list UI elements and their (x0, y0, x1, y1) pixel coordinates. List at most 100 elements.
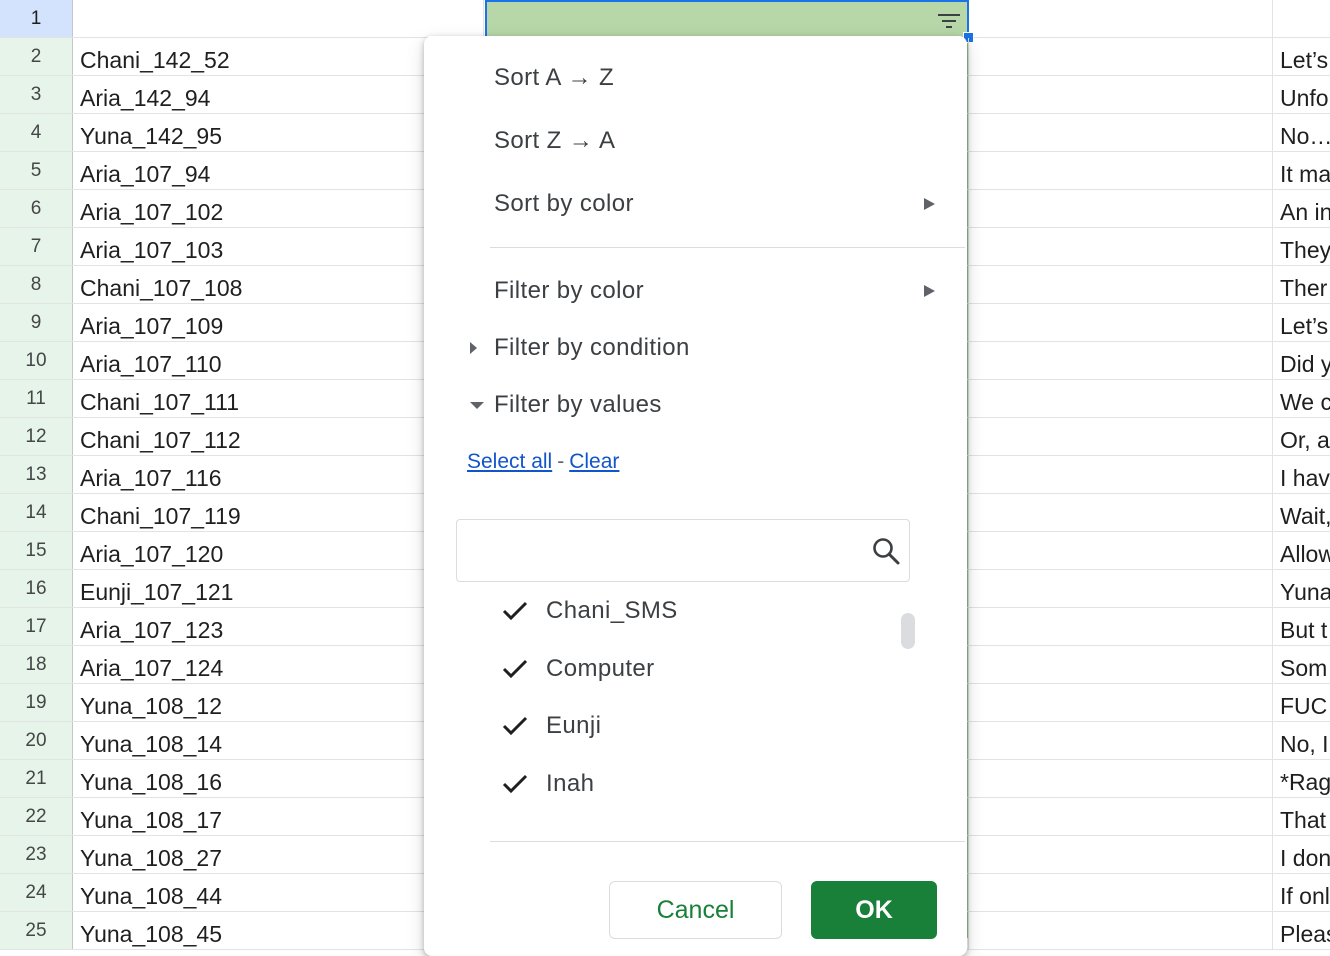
row-number[interactable]: 16 (0, 570, 73, 607)
cell-name[interactable]: Yuna_108_27 (73, 836, 484, 873)
select-all-link[interactable]: Select all (467, 450, 552, 473)
cell-text[interactable]: No, I (1273, 722, 1330, 759)
cell-text[interactable]: Yuna (1273, 570, 1330, 607)
cell-name[interactable]: Yuna_108_14 (73, 722, 484, 759)
cell[interactable] (969, 532, 1273, 569)
cell-text[interactable]: FUC (1273, 684, 1330, 721)
cell-name[interactable]: Aria_107_109 (73, 304, 484, 341)
cell-text[interactable]: An in (1273, 190, 1330, 227)
cell-name[interactable]: Chani_142_52 (73, 38, 484, 75)
row-number[interactable]: 23 (0, 836, 73, 873)
cell-text[interactable]: Wait, (1273, 494, 1330, 531)
row-number[interactable]: 3 (0, 76, 73, 113)
cell[interactable] (73, 0, 484, 37)
row-number[interactable]: 10 (0, 342, 73, 379)
cell[interactable] (969, 228, 1273, 265)
cell[interactable] (969, 836, 1273, 873)
cell-name[interactable]: Chani_107_108 (73, 266, 484, 303)
values-search-input[interactable] (465, 528, 869, 574)
cell[interactable] (969, 190, 1273, 227)
cell-name[interactable]: Chani_107_112 (73, 418, 484, 455)
cell-text[interactable]: Ther (1273, 266, 1330, 303)
row-number[interactable]: 6 (0, 190, 73, 227)
cell-text[interactable]: We c (1273, 380, 1330, 417)
cell[interactable] (969, 760, 1273, 797)
sort-a-z-item[interactable]: Sort A → Z (494, 64, 614, 92)
value-option[interactable]: Chani_SMS (502, 591, 678, 631)
cell[interactable] (969, 0, 1273, 37)
row-number[interactable]: 20 (0, 722, 73, 759)
filter-by-values-item[interactable]: Filter by values (494, 391, 662, 419)
cell[interactable] (969, 646, 1273, 683)
cell-text[interactable]: Did y (1273, 342, 1330, 379)
cell[interactable] (969, 722, 1273, 759)
row-number[interactable]: 25 (0, 912, 73, 949)
row-number[interactable]: 12 (0, 418, 73, 455)
cell-text[interactable]: But t (1273, 608, 1330, 645)
row-number[interactable]: 5 (0, 152, 73, 189)
row-number[interactable]: 7 (0, 228, 73, 265)
cell-name[interactable]: Aria_142_94 (73, 76, 484, 113)
row-number[interactable]: 11 (0, 380, 73, 417)
selected-header-cell[interactable] (485, 0, 969, 37)
cell[interactable] (969, 304, 1273, 341)
sort-by-color-item[interactable]: Sort by color (494, 190, 634, 218)
collapse-down-icon[interactable] (470, 402, 484, 409)
cell[interactable] (969, 152, 1273, 189)
filter-icon[interactable] (937, 12, 961, 30)
row-number[interactable]: 8 (0, 266, 73, 303)
row-number[interactable]: 19 (0, 684, 73, 721)
row-number[interactable]: 18 (0, 646, 73, 683)
cell-text[interactable]: No… (1273, 114, 1330, 151)
cell[interactable] (969, 570, 1273, 607)
row-number[interactable]: 13 (0, 456, 73, 493)
cell-text[interactable]: That (1273, 798, 1330, 835)
cell-text[interactable]: Allow (1273, 532, 1330, 569)
cell[interactable] (969, 38, 1273, 75)
cell[interactable] (969, 684, 1273, 721)
value-option[interactable]: Computer (502, 649, 655, 689)
row-number[interactable]: 22 (0, 798, 73, 835)
cell[interactable] (969, 114, 1273, 151)
row-number[interactable]: 9 (0, 304, 73, 341)
cell[interactable] (969, 798, 1273, 835)
cell-name[interactable]: Yuna_108_45 (73, 912, 484, 949)
cell-text[interactable]: I hav (1273, 456, 1330, 493)
cell[interactable] (969, 342, 1273, 379)
cell[interactable] (1273, 0, 1330, 37)
cell-name[interactable]: Aria_107_103 (73, 228, 484, 265)
cell-text[interactable]: I don (1273, 836, 1330, 873)
cell-name[interactable]: Chani_107_119 (73, 494, 484, 531)
value-option[interactable]: Inah (502, 764, 594, 804)
cell[interactable] (969, 266, 1273, 303)
cell[interactable] (969, 418, 1273, 455)
cell-text[interactable]: Pleas (1273, 912, 1330, 949)
cell-name[interactable]: Aria_107_116 (73, 456, 484, 493)
filter-by-color-item[interactable]: Filter by color (494, 277, 644, 305)
value-option[interactable]: Eunji (502, 706, 601, 746)
ok-button[interactable]: OK (811, 881, 937, 939)
row-number[interactable]: 17 (0, 608, 73, 645)
cell-name[interactable]: Aria_107_102 (73, 190, 484, 227)
clear-link[interactable]: Clear (569, 450, 619, 473)
row-number[interactable]: 14 (0, 494, 73, 531)
cell-name[interactable]: Aria_107_123 (73, 608, 484, 645)
cell-text[interactable]: Let’s (1273, 304, 1330, 341)
cell[interactable] (969, 456, 1273, 493)
cell-text[interactable]: Unfo (1273, 76, 1330, 113)
cell-name[interactable]: Aria_107_124 (73, 646, 484, 683)
cell-text[interactable]: *Rag (1273, 760, 1330, 797)
cell-name[interactable]: Yuna_108_12 (73, 684, 484, 721)
cell-name[interactable]: Chani_107_111 (73, 380, 484, 417)
cell-text[interactable]: Let’s (1273, 38, 1330, 75)
row-number[interactable]: 24 (0, 874, 73, 911)
cell-name[interactable]: Aria_107_110 (73, 342, 484, 379)
row-number[interactable]: 4 (0, 114, 73, 151)
row-number[interactable]: 2 (0, 38, 73, 75)
cell[interactable] (969, 380, 1273, 417)
cell-text[interactable]: They (1273, 228, 1330, 265)
cell[interactable] (969, 494, 1273, 531)
cell-text[interactable]: Som (1273, 646, 1330, 683)
cell-name[interactable]: Yuna_142_95 (73, 114, 484, 151)
values-scrollbar[interactable] (901, 613, 915, 649)
